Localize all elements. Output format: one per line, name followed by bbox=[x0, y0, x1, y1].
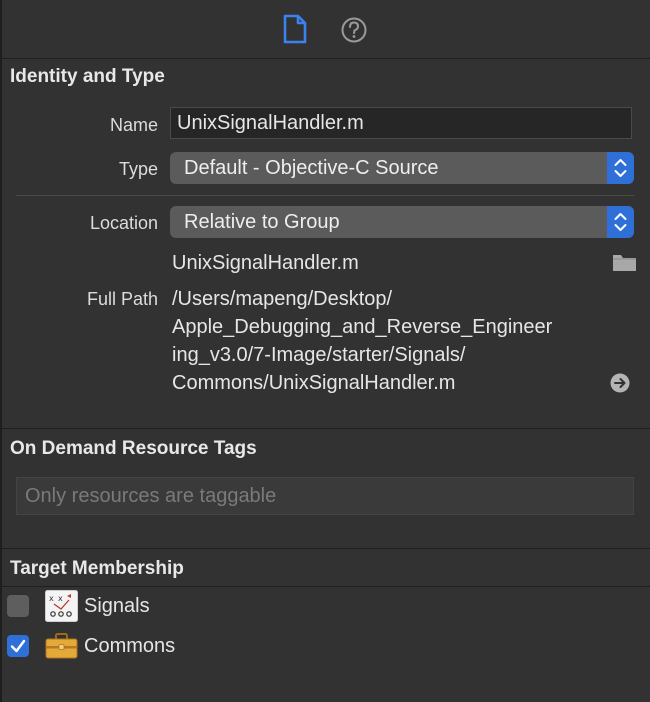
location-popup-value: Relative to Group bbox=[184, 211, 340, 233]
commons-target-name: Commons bbox=[84, 635, 176, 657]
framework-toolbox-icon bbox=[45, 632, 78, 665]
signals-target-checkbox[interactable] bbox=[7, 595, 29, 617]
identity-divider bbox=[16, 195, 634, 196]
section-separator bbox=[0, 586, 650, 587]
svg-text:x: x bbox=[58, 594, 63, 603]
quick-help-icon[interactable] bbox=[340, 14, 368, 49]
name-field[interactable]: UnixSignalHandler.m bbox=[170, 107, 632, 139]
location-label: Location bbox=[89, 213, 158, 233]
file-inspector-icon[interactable] bbox=[282, 14, 308, 49]
chevron-updown-icon bbox=[607, 152, 634, 184]
full-path-line: Commons/UnixSignalHandler.m bbox=[172, 372, 456, 394]
location-popup[interactable]: Relative to Group bbox=[170, 206, 634, 238]
app-target-icon: x x bbox=[45, 590, 78, 627]
signals-target-name: Signals bbox=[84, 595, 150, 617]
resource-tags-field: Only resources are taggable bbox=[16, 477, 634, 515]
type-popup-value: Default - Objective-C Source bbox=[184, 157, 439, 179]
svg-text:x: x bbox=[49, 594, 54, 603]
chevron-updown-icon bbox=[607, 206, 634, 238]
commons-target-checkbox[interactable] bbox=[7, 635, 29, 657]
full-path-label: Full Path bbox=[86, 289, 158, 309]
type-label: Type bbox=[118, 159, 158, 179]
type-popup[interactable]: Default - Objective-C Source bbox=[170, 152, 634, 184]
name-label: Name bbox=[109, 115, 158, 135]
checkmark-icon bbox=[10, 639, 26, 653]
folder-icon[interactable] bbox=[612, 252, 637, 277]
full-path-line: ing_v3.0/7-Image/starter/Signals/ bbox=[172, 344, 466, 366]
inspector-toolbar bbox=[0, 0, 650, 59]
panel-left-border bbox=[0, 0, 2, 702]
target-membership-section-title: Target Membership bbox=[10, 558, 184, 579]
identity-section-title: Identity and Type bbox=[10, 66, 165, 87]
on-demand-section-title: On Demand Resource Tags bbox=[10, 438, 257, 459]
location-file-name: UnixSignalHandler.m bbox=[172, 252, 359, 274]
full-path-line: Apple_Debugging_and_Reverse_Engineer bbox=[172, 316, 553, 338]
section-separator bbox=[0, 548, 650, 549]
reveal-in-finder-arrow-icon[interactable] bbox=[610, 373, 630, 398]
full-path-line: /Users/mapeng/Desktop/ bbox=[172, 288, 393, 310]
section-separator bbox=[0, 428, 650, 429]
